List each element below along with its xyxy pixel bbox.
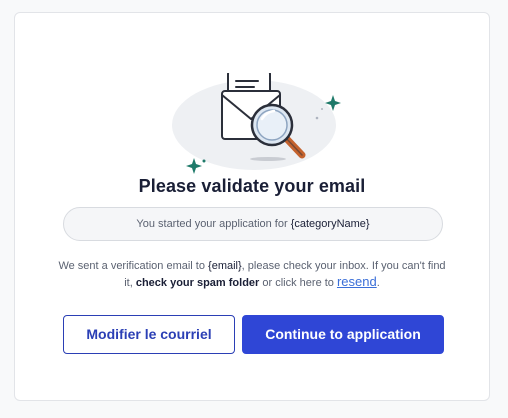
modify-email-button[interactable]: Modifier le courriel <box>63 315 235 354</box>
resend-link[interactable]: resend <box>337 274 377 289</box>
application-prefix: You started your application for <box>136 218 291 230</box>
info-text-part: or click here to <box>259 277 337 289</box>
spam-folder-hint: check your spam folder <box>135 277 260 289</box>
illustration-shadow <box>250 157 286 161</box>
info-text-part: We sent a verification email to <box>58 260 209 272</box>
info-text-part: . <box>376 277 380 289</box>
verification-info-text: We sent a verification email to {email},… <box>55 258 449 291</box>
email-search-illustration <box>172 73 341 174</box>
sparkle-icon <box>186 158 202 174</box>
page-title: Please validate your email <box>138 176 366 196</box>
email-verification-card: Please validate your email You started y… <box>14 12 490 401</box>
email-placeholder: {email} <box>208 260 242 272</box>
application-category: {categoryName} <box>290 218 370 230</box>
continue-to-application-button[interactable]: Continue to application <box>242 315 444 354</box>
sparkle-dot <box>315 116 319 120</box>
sparkle-dot <box>202 159 206 163</box>
sparkle-dot <box>321 108 323 110</box>
application-category-badge: You started your application for {catego… <box>63 207 443 241</box>
